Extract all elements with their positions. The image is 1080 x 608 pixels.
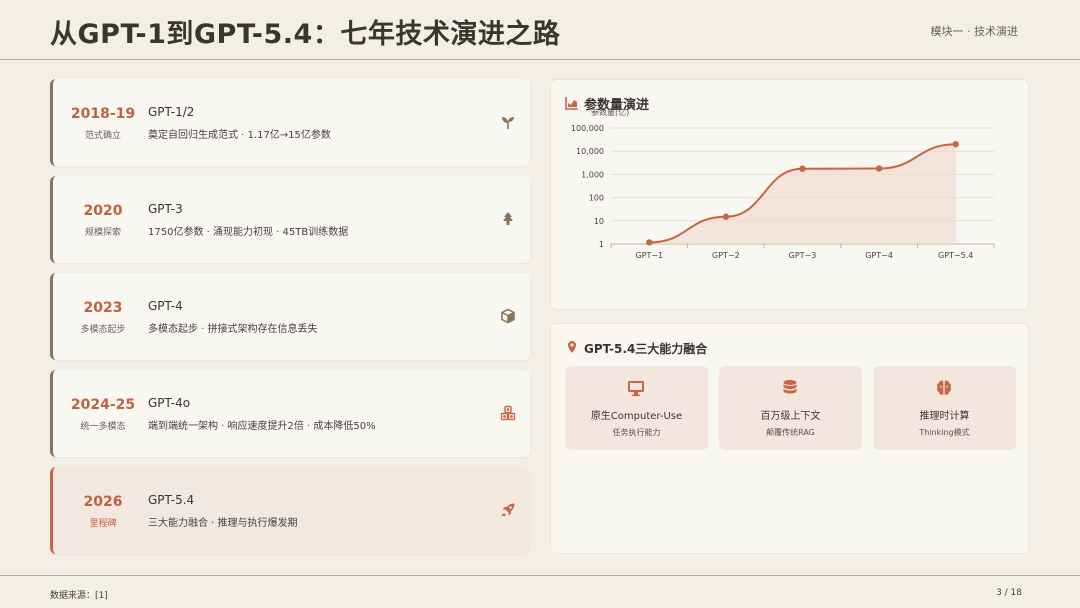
timeline-desc: 多模态起步 · 拼接式架构存在信息丢失 — [148, 324, 318, 335]
timeline-model: GPT-5.4 — [148, 493, 195, 507]
timeline-card-gpt4: 2023 多模态起步 GPT-4 多模态起步 · 拼接式架构存在信息丢失 — [50, 273, 530, 360]
timeline-model: GPT-4 — [148, 299, 183, 313]
page-title: 从GPT-1到GPT-5.4：七年技术演进之路 — [50, 19, 561, 50]
capability-panel: GPT-5.4三大能力融合 原生Computer-Use 任务执行能力 百万级上… — [550, 323, 1029, 554]
y-tick-label: 10 — [594, 217, 604, 226]
capability-card-context: 百万级上下文 颠覆传统RAG — [719, 366, 862, 450]
timeline-year: 2018-19 — [70, 106, 136, 122]
y-tick-label: 10,000 — [576, 147, 604, 156]
timeline-year: 2023 — [83, 300, 123, 316]
capability-name: 百万级上下文 — [760, 411, 821, 422]
timeline-phase: 多模态起步 — [80, 325, 126, 335]
timeline-desc: 端到端统一架构 · 响应速度提升2倍 · 成本降低50% — [148, 421, 376, 432]
capability-card-reasoning: 推理时计算 Thinking模式 — [873, 366, 1016, 450]
timeline-desc: 1750亿参数 · 涌现能力初现 · 45TB训练数据 — [148, 227, 349, 238]
timeline-card-gpt3: 2020 规模探索 GPT-3 1750亿参数 · 涌现能力初现 · 45TB训… — [50, 176, 530, 263]
chart-panel: 参数量演进 参数量(亿) 1 10 100 1,000 10,000 100,000 GPT−… — [550, 79, 1029, 310]
capability-name: 原生Computer-Use — [590, 411, 683, 422]
rocket-icon — [501, 503, 515, 517]
y-tick-label: 100 — [589, 194, 604, 203]
capability-title: GPT-5.4三大能力融合 — [584, 342, 708, 356]
y-tick-label: 1,000 — [581, 170, 604, 179]
y-tick-label: 1 — [599, 240, 604, 249]
data-point-GPT−2 — [722, 213, 730, 220]
data-point-GPT−1 — [646, 239, 653, 246]
header: 从GPT-1到GPT-5.4：七年技术演进之路 模块一 · 技术演进 — [0, 0, 1080, 60]
parameter-chart: 参数量(亿) 1 10 100 1,000 10,000 100,000 GPT−1 GPT−2… — [571, 107, 995, 260]
capability-desc: 任务执行能力 — [612, 428, 661, 437]
map-pin-icon — [568, 341, 576, 353]
series-area — [649, 144, 956, 244]
data-point-GPT−4 — [875, 165, 883, 172]
x-tick-label: GPT−1 — [635, 251, 663, 260]
tree-icon — [503, 212, 513, 225]
database-icon — [783, 380, 797, 394]
timeline: 2018-19 范式确立 GPT-1/2 奠定自回归生成范式 · 1.17亿→1… — [50, 79, 530, 564]
timeline-phase: 统一多模态 — [80, 422, 126, 432]
timeline-year: 2026 — [83, 494, 123, 510]
cube-icon — [501, 308, 515, 324]
timeline-phase: 里程碑 — [89, 519, 117, 529]
timeline-model: GPT-3 — [148, 202, 183, 216]
module-tag: 模块一 · 技术演进 — [930, 25, 1019, 38]
cubes-icon — [500, 405, 516, 421]
x-tick-label: GPT−5.4 — [938, 251, 973, 260]
timeline-desc: 奠定自回归生成范式 · 1.17亿→15亿参数 — [148, 130, 331, 141]
x-tick-label: GPT−3 — [789, 251, 817, 260]
timeline-phase: 规模探索 — [84, 228, 121, 238]
timeline-card-gpt4o: 2024-25 统一多模态 GPT-4o 端到端统一架构 · 响应速度提升2倍 … — [50, 370, 530, 457]
y-axis-label: 参数量(亿) — [591, 107, 629, 117]
capability-desc: Thinking模式 — [919, 428, 970, 437]
timeline-card-gpt5-4: 2026 里程碑 GPT-5.4 三大能力融合 · 推理与执行爆发期 — [50, 467, 530, 554]
timeline-year: 2024-25 — [70, 397, 136, 413]
timeline-card-gpt1-2: 2018-19 范式确立 GPT-1/2 奠定自回归生成范式 · 1.17亿→1… — [50, 79, 530, 166]
timeline-model: GPT-1/2 — [148, 105, 195, 119]
brain-icon — [937, 380, 951, 395]
timeline-desc: 三大能力融合 · 推理与执行爆发期 — [148, 518, 298, 529]
capability-desc: 颠覆传统RAG — [766, 428, 815, 437]
x-tick-label: GPT−4 — [865, 251, 893, 260]
timeline-year: 2020 — [83, 203, 123, 219]
seedling-icon — [502, 117, 514, 129]
page-number: 3 / 18 — [996, 588, 1022, 598]
monitor-icon — [628, 381, 644, 397]
footer-source: 数据来源：[1] — [50, 591, 108, 601]
y-tick-label: 100,000 — [571, 124, 604, 133]
data-point-GPT−5.4 — [952, 141, 959, 148]
data-point-GPT−3 — [799, 165, 806, 172]
footer: 数据来源：[1] 3 / 18 — [0, 575, 1080, 608]
capability-name: 推理时计算 — [919, 411, 970, 422]
timeline-model: GPT-4o — [148, 396, 191, 410]
timeline-phase: 范式确立 — [84, 131, 121, 141]
capability-card-computer-use: 原生Computer-Use 任务执行能力 — [565, 366, 708, 450]
x-tick-label: GPT−2 — [712, 251, 740, 260]
